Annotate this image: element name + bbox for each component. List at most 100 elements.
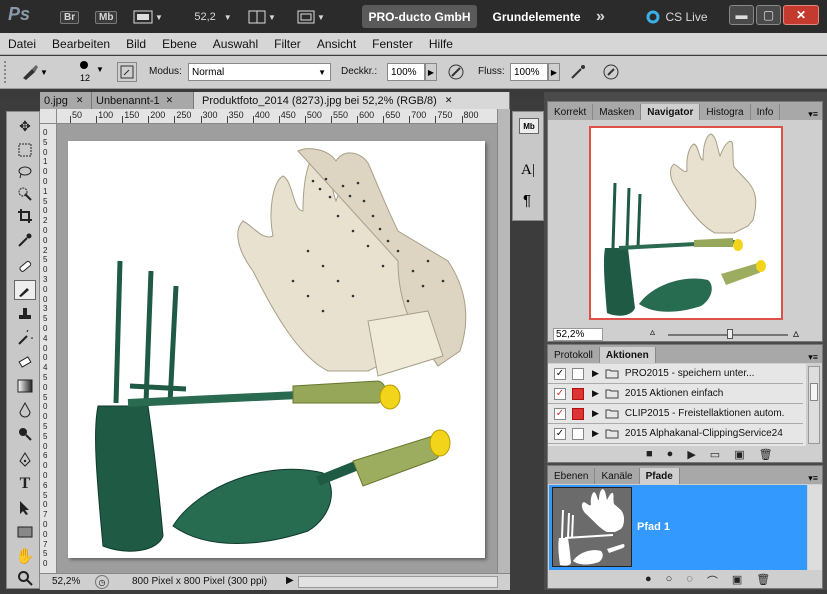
flow-slider-toggle[interactable]: ▶ [548,63,560,81]
brush-tool[interactable] [14,280,36,300]
mini-bridge-panel-button[interactable]: Mb [519,118,539,134]
screen-mode-button[interactable]: ▼ [293,7,329,27]
healing-brush-tool[interactable] [14,256,36,276]
expand-triangle-icon[interactable]: ▶ [592,388,599,399]
dodge-tool[interactable] [14,424,36,444]
navigator-zoom-slider-thumb[interactable] [727,329,734,339]
navigator-zoom-input[interactable]: 52,2% [553,328,603,341]
panel-menu-icon[interactable]: ▾≡ [808,473,818,484]
fill-path-icon[interactable]: ● [645,573,652,589]
hand-tool[interactable]: ✋ [14,546,36,566]
new-action-icon[interactable]: ▣ [734,448,744,461]
play-icon[interactable]: ▶ [687,448,695,461]
doc-tab-unbenannt[interactable]: Unbenannt-1 ✕ [92,92,194,109]
action-dialog-checkbox[interactable] [572,367,584,380]
workspace-grundelemente-button[interactable]: Grundelemente [489,5,584,28]
action-toggle-checkbox[interactable]: ✓ [554,427,566,440]
expand-triangle-icon[interactable]: ▶ [592,368,599,379]
opacity-slider-toggle[interactable]: ▶ [425,63,437,81]
panel-menu-icon[interactable]: ▾≡ [808,352,818,363]
close-icon[interactable]: ✕ [166,95,174,106]
close-button[interactable]: ✕ [783,5,819,25]
make-workpath-icon[interactable]: ⌒ [707,573,718,589]
view-extras-button[interactable]: ▼ [133,7,163,27]
tab-protokoll[interactable]: Protokoll [548,347,600,363]
zoom-tool[interactable] [14,568,36,588]
paragraph-panel-button[interactable]: ¶ [523,192,531,209]
bridge-button[interactable]: Br [60,7,80,27]
ruler-origin[interactable] [40,109,57,124]
menu-ansicht[interactable]: Ansicht [317,37,356,51]
panel-menu-icon[interactable]: ▾≡ [808,109,818,120]
type-tool[interactable]: T [14,474,36,494]
action-dialog-checkbox[interactable] [572,427,584,440]
menu-bild[interactable]: Bild [126,37,146,51]
zoom-in-icon[interactable]: ▵ [793,326,799,340]
close-icon[interactable]: ✕ [445,95,453,106]
stop-icon[interactable]: ■ [646,448,653,461]
menu-fenster[interactable]: Fenster [372,37,413,51]
status-info-button[interactable]: ◷ [95,575,109,589]
airbrush-button[interactable] [567,61,589,83]
pressure-opacity-button[interactable] [445,61,467,83]
marquee-tool[interactable] [14,140,36,160]
move-tool[interactable]: ✥ [14,116,36,136]
pen-tool[interactable] [14,450,36,470]
tab-info[interactable]: Info [751,104,781,120]
document-scrollbar[interactable] [497,109,510,573]
action-toggle-checkbox[interactable]: ✓ [554,407,566,420]
tab-navigator[interactable]: Navigator [641,104,701,120]
clone-stamp-tool[interactable] [14,304,36,324]
maximize-button[interactable]: ▢ [756,5,781,25]
tab-pfade[interactable]: Pfade [639,468,680,484]
opacity-input[interactable]: 100% [387,63,425,81]
new-path-icon[interactable]: ▣ [732,573,742,589]
close-icon[interactable]: ✕ [76,95,84,106]
trash-icon[interactable]: 🗑 [756,573,770,589]
navigator-preview[interactable] [589,126,783,320]
new-set-icon[interactable]: ▭ [710,448,720,461]
quick-selection-tool[interactable] [14,184,36,204]
minimize-button[interactable]: ▬ [729,5,754,25]
character-panel-button[interactable]: A| [521,162,535,179]
brush-preset-picker[interactable]: 12 ▼ [68,59,104,87]
action-set-row[interactable]: ✓ ▶ CLIP2015 - Freistellaktionen autom. [548,404,803,424]
action-toggle-checkbox[interactable]: ✓ [554,367,566,380]
path-selection-tool[interactable] [14,498,36,518]
shape-tool[interactable] [14,522,36,542]
status-hscroll[interactable] [298,576,498,588]
record-icon[interactable]: ● [667,448,674,461]
workspace-active-button[interactable]: PRO-ducto GmbH [362,5,477,28]
tab-korrekturen[interactable]: Korrekt [548,104,594,120]
trash-icon[interactable]: 🗑 [759,448,773,461]
zoom-out-icon[interactable]: ▵ [650,327,655,338]
brush-panel-toggle[interactable] [117,62,137,82]
menu-auswahl[interactable]: Auswahl [213,37,258,51]
status-zoom[interactable]: 52,2% [52,576,80,587]
minibridge-button[interactable]: Mb [95,7,118,27]
tab-kanaele[interactable]: Kanäle [595,468,640,484]
tab-masken[interactable]: Masken [593,104,642,120]
tab-ebenen[interactable]: Ebenen [548,468,596,484]
tab-histogramm[interactable]: Histogra [700,104,751,120]
actions-scrollbar[interactable] [808,366,820,444]
flow-input[interactable]: 100% [510,63,548,81]
menu-datei[interactable]: Datei [8,37,36,51]
doc-tab-1[interactable]: 0.jpg ✕ [40,92,92,109]
paths-scrollbar[interactable] [808,485,822,570]
tool-preset-picker[interactable]: ▼ [20,62,58,82]
path-row-selected[interactable]: Pfad 1 [549,485,807,570]
history-brush-tool[interactable] [14,328,36,348]
mode-select[interactable]: Normal ▼ [188,63,331,81]
pressure-size-button[interactable] [600,61,622,83]
menu-filter[interactable]: Filter [274,37,301,51]
lasso-tool[interactable] [14,162,36,182]
gradient-tool[interactable] [14,376,36,396]
action-dialog-checkbox[interactable] [572,387,584,400]
action-set-row[interactable]: ✓ ▶ 2015 Aktionen einfach [548,384,803,404]
menu-ebene[interactable]: Ebene [162,37,197,51]
menu-bearbeiten[interactable]: Bearbeiten [52,37,110,51]
expand-triangle-icon[interactable]: ▶ [592,428,599,439]
more-workspaces-button[interactable]: » [596,7,605,27]
load-selection-icon[interactable]: ◌ [686,573,693,589]
